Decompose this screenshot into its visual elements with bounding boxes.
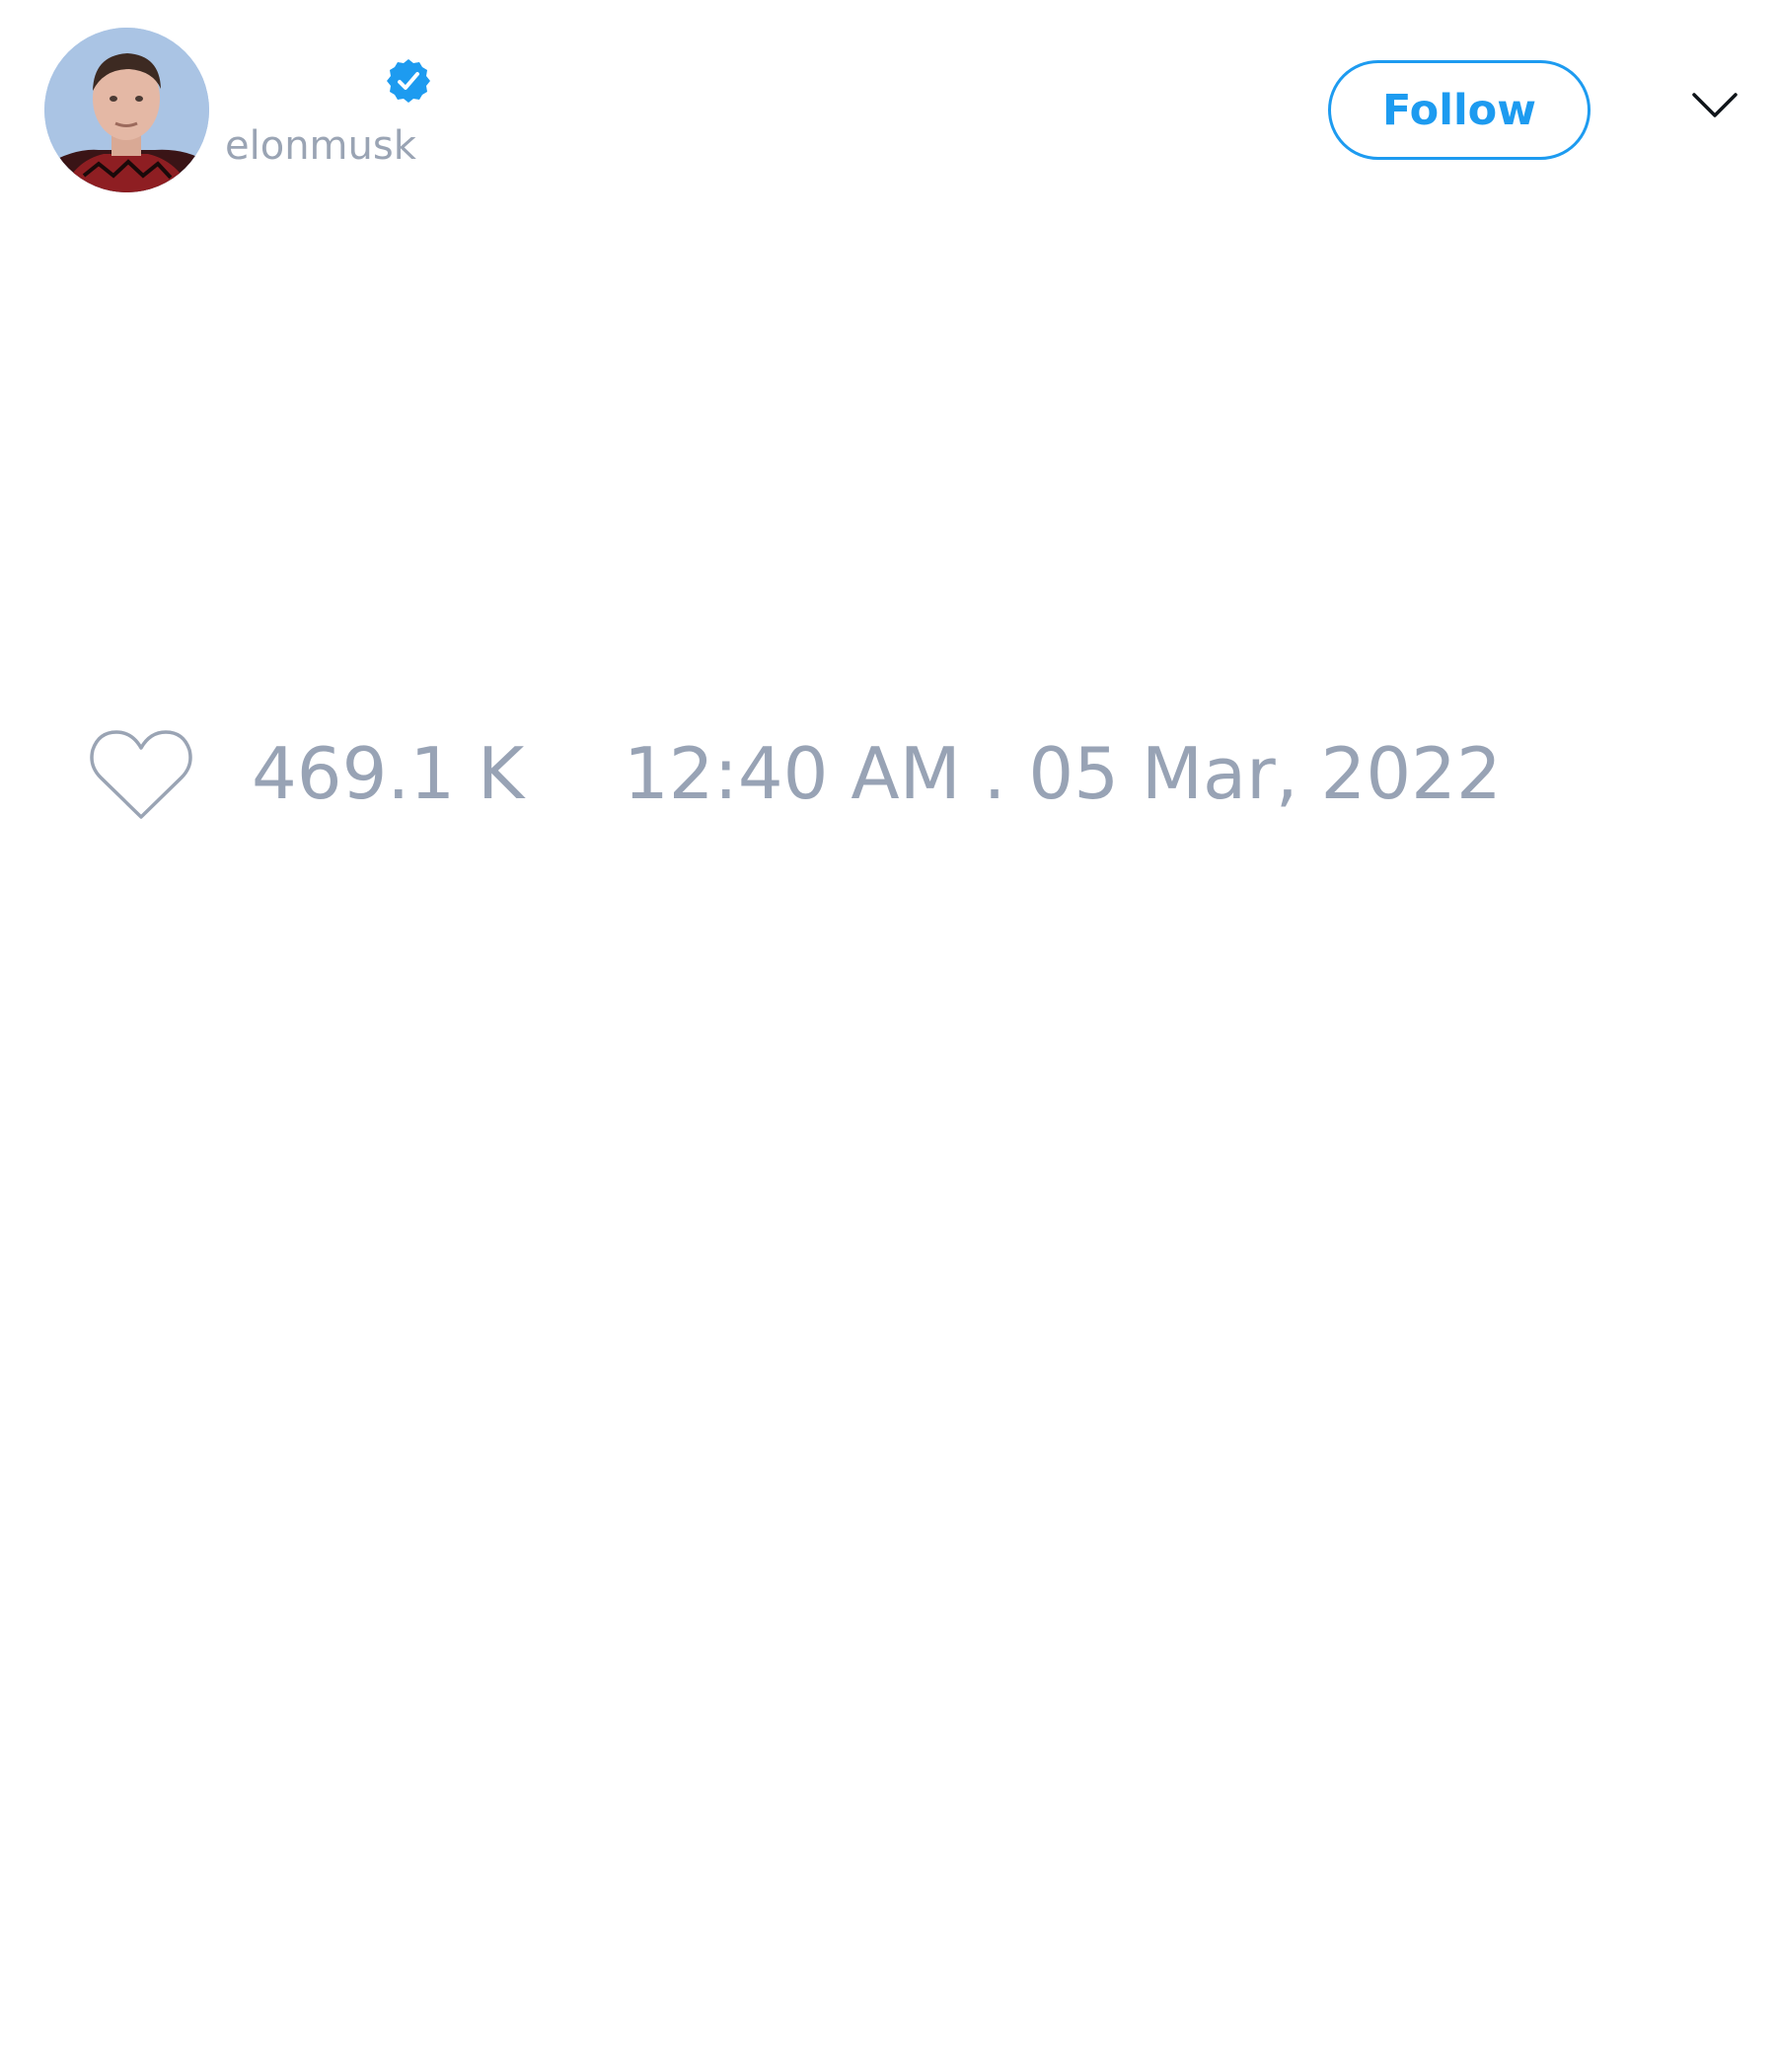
verified-badge-icon <box>387 59 430 103</box>
follow-button[interactable]: Follow <box>1328 60 1591 160</box>
heart-outline-icon[interactable] <box>89 728 193 823</box>
chevron-down-icon[interactable] <box>1691 91 1739 120</box>
avatar[interactable] <box>44 28 209 192</box>
like-count: 469.1 K <box>252 732 525 815</box>
tweet-card: elonmusk Follow 469.1 K 12:40 AM . 05 Ma… <box>0 0 1776 2072</box>
avatar-photo-icon <box>44 28 209 192</box>
tweet-timestamp[interactable]: 12:40 AM . 05 Mar, 2022 <box>624 738 1502 809</box>
author-handle[interactable]: elonmusk <box>225 126 416 166</box>
